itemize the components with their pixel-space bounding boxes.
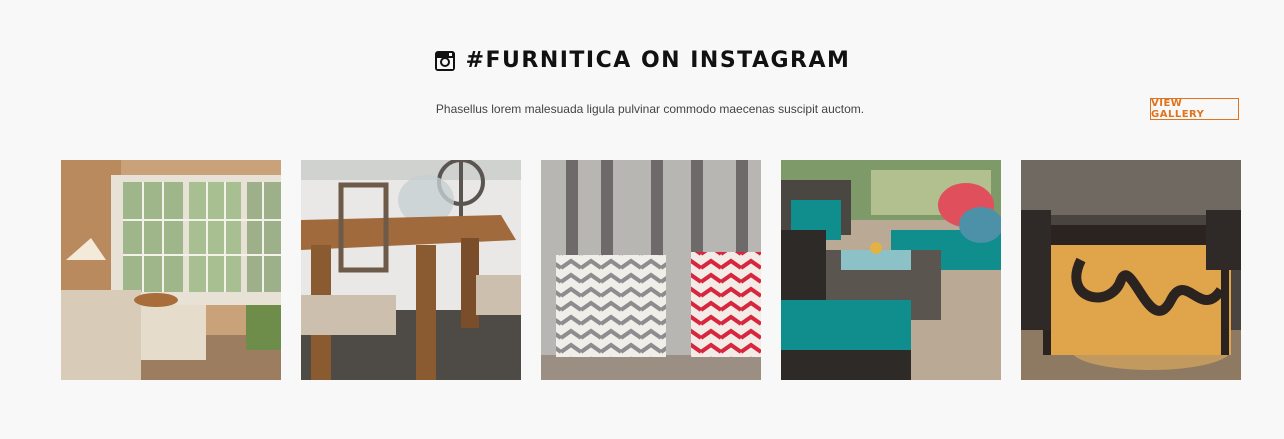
illuminated-table-photo (1021, 160, 1241, 380)
instagram-gallery (61, 160, 1241, 380)
instagram-section: #FURNITICA ON INSTAGRAM Phasellus lorem … (0, 0, 1284, 439)
section-title: #FURNITICA ON INSTAGRAM (465, 48, 851, 73)
section-subtitle: Phasellus lorem malesuada ligula pulvina… (435, 102, 865, 116)
gallery-item-dining-table[interactable] (301, 160, 521, 380)
gallery-item-patio-furniture[interactable] (781, 160, 1001, 380)
view-gallery-button[interactable]: VIEW GALLERY (1150, 98, 1239, 120)
living-room-photo (61, 160, 281, 380)
wooden-dining-table-photo (301, 160, 521, 380)
instagram-icon (434, 50, 456, 72)
chevron-pillows-photo (541, 160, 761, 380)
gallery-item-illuminated-table[interactable] (1021, 160, 1241, 380)
teal-patio-furniture-photo (781, 160, 1001, 380)
gallery-item-chevron-pillows[interactable] (541, 160, 761, 380)
section-heading: #FURNITICA ON INSTAGRAM (0, 48, 1284, 73)
gallery-item-living-room[interactable] (61, 160, 281, 380)
